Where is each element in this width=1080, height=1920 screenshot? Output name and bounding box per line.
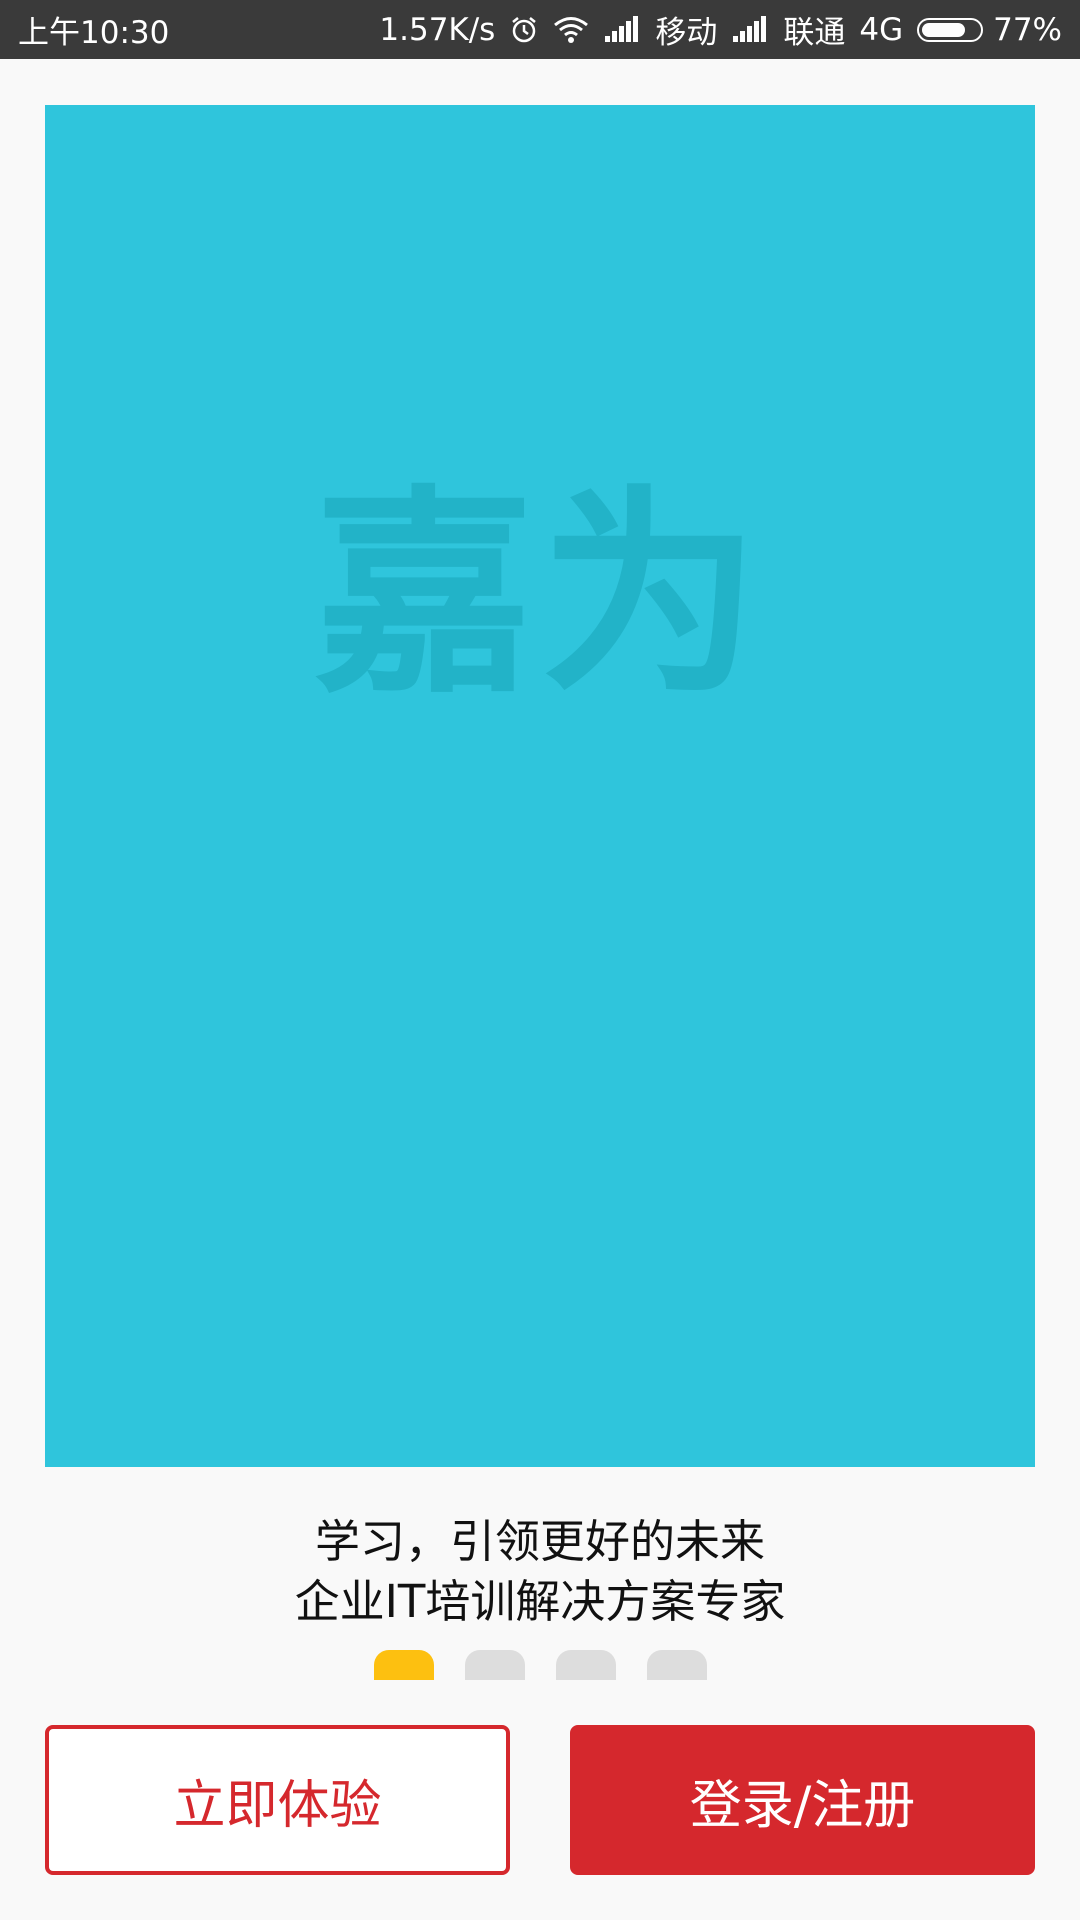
page-dot[interactable]	[646, 1650, 707, 1680]
page-dot[interactable]	[373, 1650, 434, 1680]
network-speed: 1.57K/s	[379, 11, 496, 48]
battery-fill	[922, 22, 966, 37]
carrier-1: 移动	[655, 15, 718, 51]
login-register-button[interactable]: 登录/注册	[570, 1725, 1035, 1875]
banner-logo-text: 嘉为	[313, 467, 766, 723]
page-dot[interactable]	[464, 1650, 525, 1680]
slogan: 学习，引领更好的未来 企业IT培训解决方案专家	[0, 1512, 1080, 1632]
status-bar: 上午10:30 1.57K/s 移动 联通 4G 77%	[0, 0, 1080, 59]
page-indicator	[0, 1650, 1080, 1680]
carousel-banner[interactable]: 嘉为	[45, 105, 1035, 1467]
slogan-line-2: 企业IT培训解决方案专家	[294, 1575, 786, 1628]
try-now-button[interactable]: 立即体验	[45, 1725, 510, 1875]
network-type: 4G	[859, 11, 904, 48]
signal-icon	[731, 15, 769, 44]
carrier-2: 联通	[783, 15, 846, 51]
slogan-line-1: 学习，引领更好的未来	[314, 1515, 765, 1568]
wifi-icon	[553, 15, 589, 45]
battery-icon	[917, 17, 984, 42]
battery-indicator: 77%	[917, 12, 1062, 48]
page-dot[interactable]	[555, 1650, 616, 1680]
signal-icon	[603, 15, 641, 44]
status-time: 上午10:30	[18, 15, 170, 51]
alarm-icon	[509, 15, 539, 45]
status-right: 1.57K/s 移动 联通 4G 77%	[379, 7, 1062, 52]
battery-percent: 77%	[993, 11, 1062, 48]
